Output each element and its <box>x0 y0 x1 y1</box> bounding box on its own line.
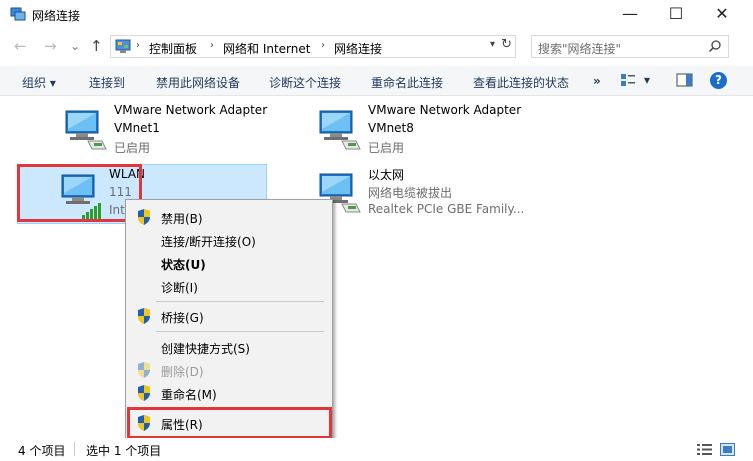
menu-separator <box>156 331 324 332</box>
organize-button[interactable]: 组织 ▾ <box>22 74 56 91</box>
help-icon[interactable]: ? <box>710 72 727 89</box>
connection-device: VMnet1 <box>114 121 160 135</box>
status-bar: 4 个项目 选中 1 个项目 <box>0 438 753 461</box>
preview-pane-icon[interactable] <box>676 72 693 88</box>
menu-item-disable[interactable]: 禁用(B) <box>126 206 332 228</box>
connection-name: 以太网 <box>368 168 405 182</box>
uac-shield-icon <box>138 385 150 401</box>
command-toolbar: 组织 ▾ 连接到 禁用此网络设备 诊断这个连接 重命名此连接 查看此连接的状态 … <box>0 66 753 96</box>
network-connections-icon <box>10 7 26 21</box>
more-commands-button[interactable]: » <box>593 74 601 88</box>
connection-item-vmnet8[interactable]: VMware Network Adapter VMnet8 已启用 <box>276 101 526 161</box>
menu-item-label: 诊断(I) <box>161 281 198 295</box>
wlan-highlight-box <box>17 164 142 222</box>
view-options-icon[interactable] <box>620 72 636 88</box>
menu-item-label: 删除(D) <box>161 365 204 379</box>
menu-item-bridge[interactable]: 桥接(G) <box>126 305 332 327</box>
menu-item-status[interactable]: 状态(U) <box>126 252 332 274</box>
connection-item-vmnet1[interactable]: VMware Network Adapter VMnet1 已启用 <box>22 101 272 161</box>
recent-locations-icon[interactable]: ⌄ <box>70 39 80 53</box>
breadcrumb-separator-icon: › <box>136 40 140 51</box>
network-adapter-icon <box>65 110 107 150</box>
menu-item-create-shortcut[interactable]: 创建快捷方式(S) <box>126 336 332 358</box>
disable-device-button[interactable]: 禁用此网络设备 <box>156 74 240 91</box>
search-placeholder: 搜索"网络连接" <box>538 42 622 56</box>
uac-shield-icon <box>138 308 150 324</box>
breadcrumb-network-connections[interactable]: 网络连接 <box>334 40 382 57</box>
window-title: 网络连接 <box>32 9 81 23</box>
item-count: 4 个项目 <box>18 444 66 458</box>
address-dropdown-icon[interactable]: ▾ <box>490 39 495 50</box>
close-button[interactable]: ✕ <box>699 0 745 30</box>
diagnose-button[interactable]: 诊断这个连接 <box>269 74 341 91</box>
refresh-icon[interactable]: ↻ <box>501 37 512 52</box>
network-adapter-icon <box>319 110 361 150</box>
menu-item-label: 禁用(B) <box>161 212 203 226</box>
status-separator <box>74 442 75 456</box>
search-icon[interactable] <box>708 39 722 53</box>
connection-status: 已启用 <box>368 141 405 155</box>
address-row: ← → ⌄ ↑ › 控制面板 › 网络和 Internet › 网络连接 ▾ ↻… <box>0 33 753 61</box>
back-arrow-icon[interactable]: ← <box>14 37 27 55</box>
forward-arrow-icon[interactable]: → <box>44 37 57 55</box>
address-bar[interactable]: › 控制面板 › 网络和 Internet › 网络连接 ▾ ↻ <box>110 35 516 58</box>
title-bar: 网络连接 — ☐ ✕ <box>0 0 753 30</box>
connection-device: VMnet8 <box>368 121 414 135</box>
up-arrow-icon[interactable]: ↑ <box>90 37 103 55</box>
menu-separator <box>156 301 324 302</box>
connection-status: Realtek PCIe GBE Family... <box>368 202 525 216</box>
breadcrumb-separator-icon: › <box>321 40 325 51</box>
menu-item-rename[interactable]: 重命名(M) <box>126 382 332 404</box>
menu-item-label: 连接/断开连接(O) <box>161 235 256 249</box>
large-icons-view-icon[interactable] <box>720 443 735 456</box>
connection-device: 网络电缆被拔出 <box>368 186 453 200</box>
uac-shield-icon <box>138 209 150 225</box>
connect-to-button[interactable]: 连接到 <box>89 74 125 91</box>
maximize-button[interactable]: ☐ <box>653 0 699 30</box>
properties-highlight-box <box>127 407 332 439</box>
minimize-button[interactable]: — <box>607 0 653 30</box>
menu-item-delete[interactable]: 删除(D) <box>126 359 332 381</box>
view-dropdown-icon[interactable]: ▾ <box>644 73 650 87</box>
connection-name: VMware Network Adapter <box>368 103 522 117</box>
breadcrumb-separator-icon: › <box>210 40 214 51</box>
menu-item-label: 状态(U) <box>161 258 206 272</box>
search-input[interactable]: 搜索"网络连接" <box>531 35 729 58</box>
rename-button[interactable]: 重命名此连接 <box>371 74 443 91</box>
connection-name: VMware Network Adapter <box>114 103 268 117</box>
menu-item-connect-disconnect[interactable]: 连接/断开连接(O) <box>126 229 332 251</box>
selected-count: 选中 1 个项目 <box>86 444 162 458</box>
menu-item-label: 创建快捷方式(S) <box>161 342 250 356</box>
connection-status: 已启用 <box>114 141 151 155</box>
view-status-button[interactable]: 查看此连接的状态 <box>473 74 569 91</box>
connections-view: VMware Network Adapter VMnet1 已启用 VMware… <box>0 97 753 435</box>
context-menu: 禁用(B) 连接/断开连接(O) 状态(U) 诊断(I) 桥接(G) 创建快捷方… <box>125 199 333 439</box>
breadcrumb-control-panel[interactable]: 控制面板 <box>149 40 197 57</box>
menu-item-diagnose[interactable]: 诊断(I) <box>126 275 332 297</box>
uac-shield-icon <box>138 362 150 378</box>
menu-item-label: 桥接(G) <box>161 311 204 325</box>
breadcrumb-network-internet[interactable]: 网络和 Internet <box>223 40 310 57</box>
details-view-icon[interactable] <box>697 443 712 456</box>
control-panel-icon <box>115 39 131 53</box>
menu-item-label: 重命名(M) <box>161 388 217 402</box>
